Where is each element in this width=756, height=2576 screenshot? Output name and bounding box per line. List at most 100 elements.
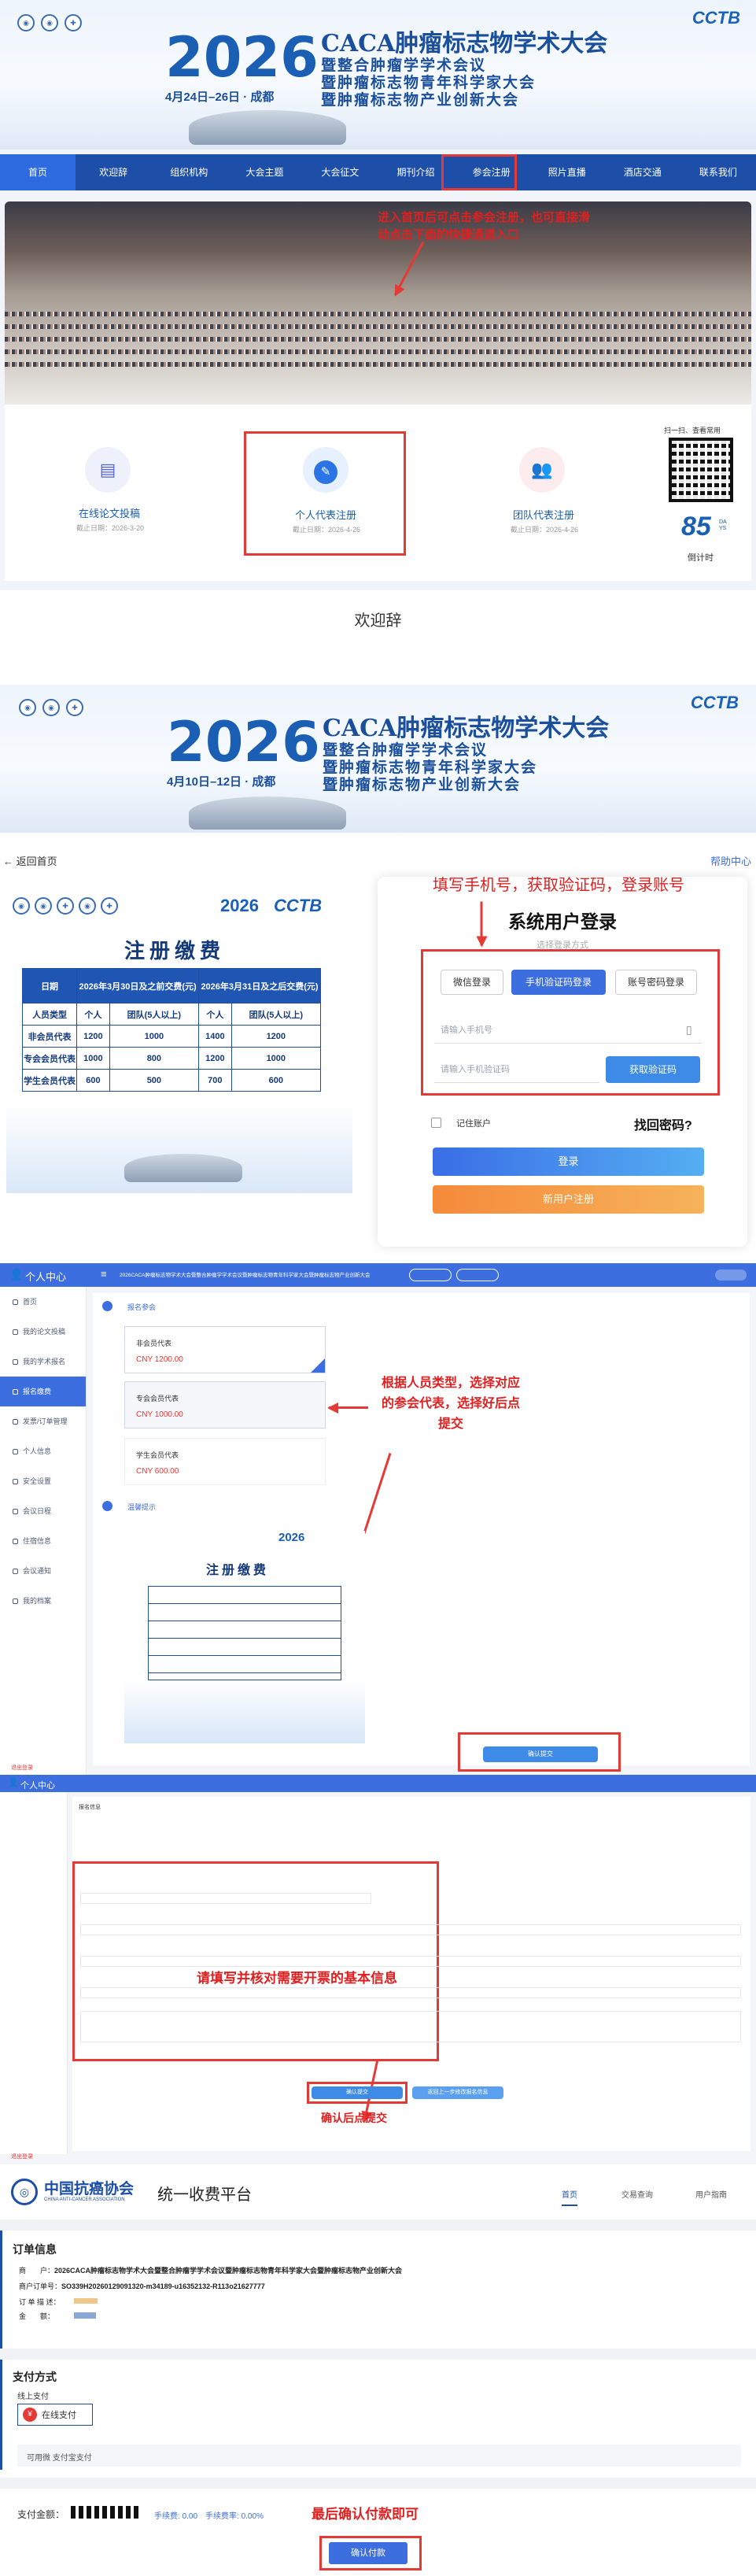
countdown-number: 85 bbox=[681, 512, 711, 541]
highlight-box bbox=[244, 431, 406, 556]
register-button[interactable]: 新用户注册 bbox=[433, 1185, 704, 1214]
stadium-illustration bbox=[124, 1154, 242, 1182]
conference-subtitle: 暨肿瘤标志物产业创新大会 bbox=[321, 91, 520, 109]
divider bbox=[0, 2478, 756, 2489]
org-name: 中国抗癌协会 bbox=[44, 2181, 135, 2197]
logo-icon: ◉ bbox=[42, 699, 60, 716]
option-name: 非会员代表 bbox=[136, 1340, 172, 1347]
sidebar-item-archive[interactable]: 我的档案 bbox=[0, 1586, 86, 1616]
qr-code[interactable] bbox=[669, 438, 733, 502]
table-row: 专会会员代表 1000 800 1200 1000 bbox=[21, 1047, 322, 1070]
online-pay-label: 在线支付 bbox=[42, 2411, 76, 2420]
form-line bbox=[80, 1987, 741, 1998]
top-chip[interactable] bbox=[456, 1269, 499, 1281]
back-edit-button[interactable]: 返回上一步修改报名信息 bbox=[412, 2086, 503, 2099]
divider bbox=[0, 2349, 756, 2360]
annotation-text: 确认后点提交 bbox=[321, 2112, 387, 2124]
nav-organization[interactable]: 组织机构 bbox=[151, 154, 227, 190]
order-row: 商 户：2026CACA肿瘤标志物学术大会暨整合肿瘤学学术会议暨肿瘤标志物青年科… bbox=[19, 2267, 403, 2275]
option-card[interactable]: 非会员代表 CNY 1200.00 bbox=[124, 1326, 326, 1373]
user-icon: 👤 bbox=[8, 1778, 19, 1787]
online-label: 线上支付 bbox=[17, 2393, 49, 2401]
sidebar-item-notice[interactable]: 会议通知 bbox=[0, 1556, 86, 1586]
tab-wechat-login[interactable]: 微信登录 bbox=[441, 970, 503, 995]
logout-link[interactable]: 退出登录 bbox=[11, 2153, 33, 2160]
fee-table: 日期 2026年3月30日及之前交费(元) 2026年3月31日及之后交费(元)… bbox=[21, 968, 322, 1092]
login-button[interactable]: 登录 bbox=[433, 1148, 704, 1176]
nav-home[interactable]: 首页 bbox=[562, 2188, 577, 2206]
tab-sms-login[interactable]: 手机验证码登录 bbox=[511, 970, 606, 995]
code-input[interactable]: 请输入手机验证码 bbox=[434, 1056, 599, 1083]
menu-icon[interactable]: ≡ bbox=[101, 1268, 107, 1280]
form-line bbox=[80, 2011, 741, 2042]
sidebar-item-schedule[interactable]: 会议日程 bbox=[0, 1496, 86, 1526]
nav-welcome[interactable]: 欢迎辞 bbox=[76, 154, 151, 190]
org-name-en: CHINA ANTI-CANCER ASSOCIATION bbox=[44, 2197, 125, 2202]
back-link[interactable]: ← 返回首页 bbox=[3, 853, 57, 868]
sidebar-item-hotel[interactable]: 住宿信息 bbox=[0, 1526, 86, 1556]
help-link[interactable]: 帮助中心 bbox=[710, 853, 751, 868]
option-card[interactable]: 专会会员代表 CNY 1000.00 bbox=[124, 1381, 326, 1428]
remember-checkbox[interactable] bbox=[431, 1118, 441, 1128]
nav-query[interactable]: 交易查询 bbox=[621, 2188, 653, 2200]
online-pay-option[interactable]: ¥ 在线支付 bbox=[17, 2404, 93, 2426]
top-title: 2026CACA肿瘤标志物学术大会暨整合肿瘤学学术会议暨肿瘤标志物青年科学家大会… bbox=[120, 1273, 371, 1278]
sidebar-item-profile[interactable]: 个人信息 bbox=[0, 1436, 86, 1466]
doc-icon[interactable]: ▤ bbox=[85, 447, 131, 493]
qr-caption: 扫一扫、查看常用 bbox=[664, 427, 721, 434]
sidebar-item-security[interactable]: 安全设置 bbox=[0, 1466, 86, 1496]
table-row: 学生会员代表 600 500 700 600 bbox=[21, 1069, 322, 1092]
step-icon bbox=[102, 1301, 112, 1311]
logo-icon: ✚ bbox=[65, 14, 82, 31]
account-info[interactable] bbox=[715, 1270, 747, 1281]
logo-icon: ◉ bbox=[41, 14, 58, 31]
card-title[interactable]: 在线论文投稿 bbox=[63, 505, 156, 520]
table-header: 日期 bbox=[21, 968, 78, 1003]
card-deadline: 截止日期：2026-4-26 bbox=[510, 526, 579, 534]
table-cell: 人员类型 bbox=[21, 1003, 78, 1026]
sidebar-item-registration[interactable]: 报名缴费 bbox=[0, 1377, 86, 1406]
logo-icon: ◉ bbox=[79, 897, 96, 915]
divider bbox=[0, 2219, 756, 2230]
sidebar-item-academic[interactable]: 我的学术报名 bbox=[0, 1347, 86, 1377]
welcome-heading: 欢迎辞 bbox=[354, 612, 402, 630]
get-code-button[interactable]: 获取验证码 bbox=[606, 1056, 700, 1083]
nav-hotel[interactable]: 酒店交通 bbox=[605, 154, 680, 190]
card-deadline: 截止日期：2026-3-20 bbox=[76, 524, 145, 532]
top-chip[interactable] bbox=[409, 1269, 452, 1281]
forgot-link[interactable]: 找回密码? bbox=[634, 1114, 692, 1133]
fee-title: 注册缴费 bbox=[124, 940, 226, 963]
nav-theme[interactable]: 大会主题 bbox=[227, 154, 302, 190]
logo-icon: ◉ bbox=[35, 897, 52, 915]
pay-amount-masked bbox=[71, 2506, 142, 2519]
logo-icon: ✚ bbox=[66, 699, 83, 716]
sidebar-item-invoice[interactable]: 发票/订单管理 bbox=[0, 1406, 86, 1436]
nav-papers[interactable]: 大会征文 bbox=[302, 154, 378, 190]
table-cell: 个人 bbox=[76, 1003, 110, 1026]
fee-poster: 2026 注册缴费 bbox=[124, 1531, 365, 1743]
sidebar-item-home[interactable]: 首页 bbox=[0, 1287, 86, 1317]
date-place: 4月10日–12日 · 成都 bbox=[167, 775, 276, 789]
nav-photos[interactable]: 照片直播 bbox=[529, 154, 605, 190]
login-page: ← 返回首页 帮助中心 ◉ ◉ ✚ ◉ ✚ 2026 CCTB 注册缴费 日期 … bbox=[0, 848, 756, 1258]
countdown-label: 倒计时 bbox=[688, 553, 714, 563]
sidebar-item-papers[interactable]: 我的论文投稿 bbox=[0, 1317, 86, 1347]
form-line bbox=[80, 1893, 371, 1904]
highlight-box bbox=[458, 1732, 621, 1772]
conference-subtitle: 暨肿瘤标志物产业创新大会 bbox=[323, 776, 522, 793]
stadium-illustration bbox=[189, 110, 346, 145]
nav-home[interactable]: 首页 bbox=[0, 154, 76, 190]
logo-icon: ◉ bbox=[17, 14, 35, 31]
nav-guide[interactable]: 用户指南 bbox=[695, 2188, 727, 2200]
nav-contact[interactable]: 联系我们 bbox=[680, 154, 756, 190]
option-card[interactable]: 学生会员代表 CNY 600.00 bbox=[124, 1438, 326, 1485]
tab-password-login[interactable]: 账号密码登录 bbox=[615, 970, 697, 995]
logout-link[interactable]: 退出登录 bbox=[11, 1764, 33, 1772]
phone-input[interactable]: 请输入手机号 bbox=[434, 1017, 702, 1044]
card-title[interactable]: 团队代表注册 bbox=[497, 507, 590, 522]
year-logo: 2026 bbox=[278, 1531, 305, 1544]
phone-icon: ▯ bbox=[686, 1023, 692, 1036]
group-icon[interactable]: 👥 bbox=[519, 447, 565, 493]
logo-icon: ◉ bbox=[13, 897, 30, 915]
order-row: 订 单 描 述： bbox=[19, 2297, 98, 2307]
